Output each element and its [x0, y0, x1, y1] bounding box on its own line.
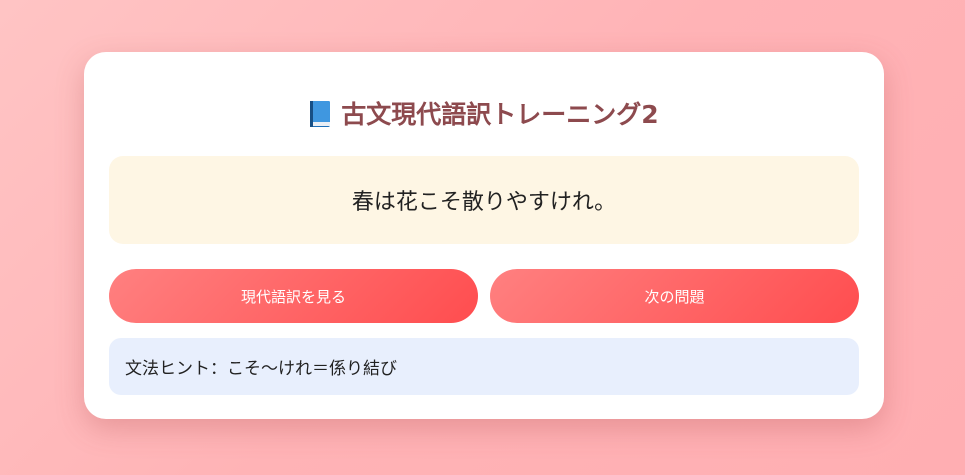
classical-sentence: 春は花こそ散りやすけれ。 — [109, 156, 859, 244]
trainer-card: 古文現代語訳トレーニング2 春は花こそ散りやすけれ。 現代語訳を見る 次の問題 … — [84, 52, 884, 419]
grammar-hint: 文法ヒント：こそ〜けれ＝係り結び — [109, 338, 859, 395]
next-question-button[interactable]: 次の問題 — [490, 269, 859, 323]
title-text: 古文現代語訳トレーニング2 — [341, 99, 659, 129]
show-translation-button[interactable]: 現代語訳を見る — [109, 269, 478, 323]
page-title: 古文現代語訳トレーニング2 — [84, 92, 884, 136]
blue-book-icon — [309, 100, 331, 128]
